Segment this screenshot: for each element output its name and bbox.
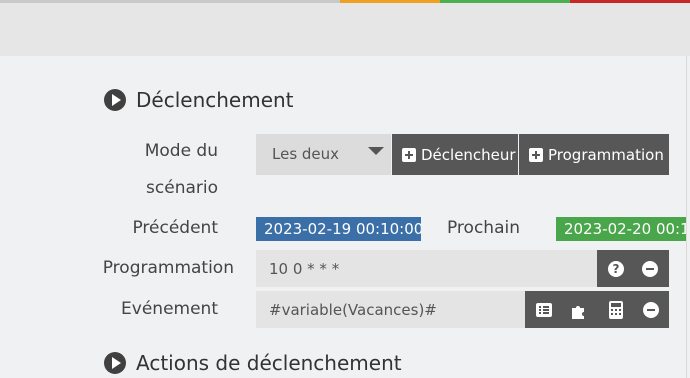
play-circle-icon (104, 89, 126, 111)
add-schedule-button[interactable]: Programmation (519, 134, 669, 175)
next-label: Prochain (446, 218, 520, 238)
schedule-actions: ? (597, 250, 669, 287)
actions-section-header[interactable]: Actions de déclenchement (104, 349, 402, 377)
event-label: Evénement (121, 299, 218, 319)
mode-label-line1: Mode du (144, 141, 218, 161)
calculator-icon[interactable] (609, 301, 623, 319)
header-band (0, 3, 690, 56)
previous-label: Précédent (132, 218, 218, 238)
add-trigger-label: Déclencheur (421, 145, 516, 164)
event-actions (525, 291, 669, 328)
remove-icon[interactable] (643, 302, 659, 318)
mode-label-line2: scénario (146, 178, 218, 198)
puzzle-icon[interactable] (570, 302, 588, 320)
next-run-badge: 2023-02-20 00:10:00 (556, 217, 686, 241)
schedule-input[interactable]: 10 0 * * * (256, 250, 597, 287)
trigger-section-header[interactable]: Déclenchement (104, 86, 294, 114)
plus-square-icon (529, 147, 543, 162)
mode-select-value: Les deux (272, 145, 340, 163)
trigger-section-title: Déclenchement (136, 88, 294, 112)
actions-section-title: Actions de déclenchement (136, 351, 402, 375)
add-trigger-button[interactable]: Déclencheur (392, 134, 518, 175)
next-run-value: 2023-02-20 00:10:00 (564, 220, 686, 238)
play-circle-icon (104, 352, 126, 374)
schedule-input-value: 10 0 * * * (269, 259, 340, 278)
previous-run-badge: 2023-02-19 00:10:00 (256, 217, 421, 241)
event-input-value: #variable(Vacances)# (269, 300, 437, 319)
list-icon[interactable] (536, 302, 552, 318)
previous-run-value: 2023-02-19 00:10:00 (264, 220, 421, 238)
chevron-down-icon[interactable] (368, 147, 384, 155)
panel-right-border (686, 56, 687, 378)
event-input[interactable]: #variable(Vacances)# (256, 291, 525, 328)
help-icon[interactable]: ? (608, 261, 624, 277)
remove-icon[interactable] (642, 261, 658, 277)
plus-square-icon (402, 147, 416, 162)
schedule-label: Programmation (102, 258, 234, 278)
add-schedule-label: Programmation (548, 145, 664, 164)
